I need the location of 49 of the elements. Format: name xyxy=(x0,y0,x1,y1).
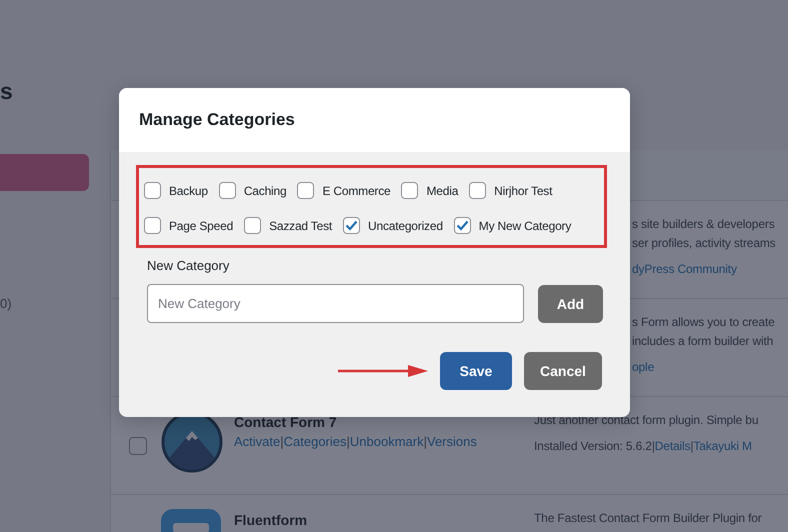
checkbox-label: E Commerce xyxy=(322,184,390,198)
checkbox-label: Media xyxy=(426,184,458,198)
modal-title: Manage Categories xyxy=(139,110,295,130)
row-checkbox[interactable] xyxy=(129,437,147,455)
action-link[interactable]: Versions xyxy=(427,434,477,449)
link-separator: | xyxy=(424,434,427,449)
checkbox-label: Sazzad Test xyxy=(269,218,332,232)
meta-link[interactable]: Details xyxy=(654,439,690,453)
checkbox[interactable] xyxy=(469,182,486,199)
plugin-description: ser profiles, activity streams xyxy=(632,235,777,252)
plugin-name: Fluentform xyxy=(234,512,308,528)
plugin-description: The Fastest Contact Form Builder Plugin for xyxy=(534,510,763,527)
checkbox[interactable] xyxy=(218,182,236,199)
new-category-field[interactable]: New Category xyxy=(147,284,524,323)
plugin-description: s site builders & developers xyxy=(632,216,776,233)
checkbox[interactable] xyxy=(144,217,161,234)
add-button[interactable]: Add xyxy=(538,284,603,322)
plugin-description: s Form allows you to create xyxy=(632,314,776,331)
save-button[interactable]: Save xyxy=(440,352,512,390)
link-separator: | xyxy=(652,439,655,453)
page-heading: s xyxy=(0,78,14,104)
checkbox-label: Uncategorized xyxy=(368,218,443,232)
cancel-button[interactable]: Cancel xyxy=(524,352,602,390)
field-label: New Category xyxy=(147,258,230,273)
plugin-description: includes a form builder with xyxy=(632,333,774,350)
meta-link[interactable]: ople xyxy=(632,360,654,374)
checkbox[interactable] xyxy=(454,217,471,234)
action-link[interactable]: Categories xyxy=(284,434,347,449)
plugin-description: Just another contact form plugin. Simple bu xyxy=(534,412,760,429)
checkbox[interactable] xyxy=(343,217,360,234)
plugin-name: Contact Form 7 xyxy=(234,414,338,430)
version-text: Installed Version: 5.6.2 xyxy=(534,439,652,453)
checkbox[interactable] xyxy=(144,182,161,199)
checkbox[interactable] xyxy=(401,182,418,199)
action-link[interactable]: Activate xyxy=(234,434,280,449)
sidebar-count: 0) xyxy=(0,296,13,311)
action-link[interactable]: Unbookmark xyxy=(350,434,424,449)
checkbox[interactable] xyxy=(244,217,262,234)
checkbox-label: Nirjhor Test xyxy=(494,184,552,198)
checkbox[interactable] xyxy=(297,182,314,199)
link-separator: | xyxy=(280,434,284,449)
checkbox-label: My New Category xyxy=(478,218,572,232)
link-separator: | xyxy=(346,434,350,449)
link-separator: | xyxy=(690,439,694,453)
checkbox-label: Caching xyxy=(244,184,286,198)
meta-link[interactable]: dyPress Community xyxy=(632,262,737,276)
meta-link[interactable]: Takayuki M xyxy=(693,439,752,453)
checkbox-label: Backup xyxy=(169,184,208,198)
checkbox-label: Page Speed xyxy=(169,218,234,232)
